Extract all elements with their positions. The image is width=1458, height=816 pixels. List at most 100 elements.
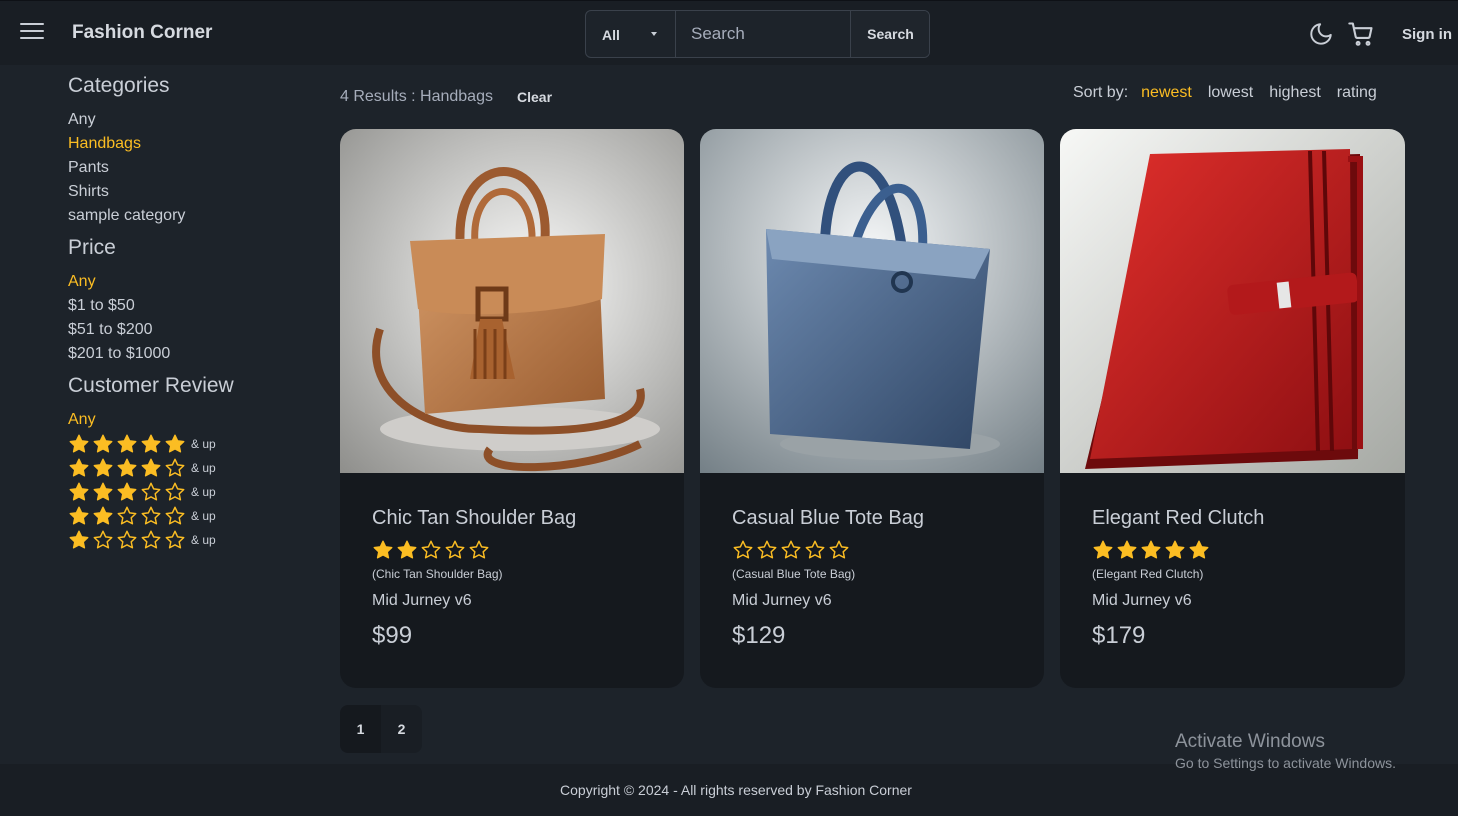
star-filled-icon <box>1117 540 1137 559</box>
sort-option-highest[interactable]: highest <box>1269 84 1321 102</box>
review-filter: Customer Review Any & up & up & up & up & up <box>68 374 308 552</box>
sidebar: Categories Any Handbags Pants Shirts sam… <box>68 74 308 560</box>
product-price: $99 <box>372 622 413 649</box>
sort-option-newest[interactable]: newest <box>1141 84 1192 102</box>
star-outline-icon <box>93 530 113 549</box>
product-rating <box>1092 539 1382 561</box>
brand-logo[interactable]: Fashion Corner <box>72 22 212 44</box>
moon-icon[interactable] <box>1308 21 1334 47</box>
product-subtitle: (Casual Blue Tote Bag) <box>732 567 856 581</box>
star-filled-icon <box>69 434 89 453</box>
cart-icon[interactable] <box>1347 20 1375 48</box>
page-button-2[interactable]: 2 <box>381 705 422 753</box>
price-item-51-200[interactable]: $51 to $200 <box>68 318 308 342</box>
product-subtitle: (Chic Tan Shoulder Bag) <box>372 567 503 581</box>
product-rating <box>732 539 1022 561</box>
and-up-label: & up <box>191 533 216 547</box>
star-filled-icon <box>69 530 89 549</box>
star-outline-icon <box>165 458 185 477</box>
price-item-any[interactable]: Any <box>68 270 308 294</box>
rating-filter-1-stars[interactable]: & up <box>68 528 308 552</box>
product-brand: Mid Jurney v6 <box>372 592 472 609</box>
watermark-subtitle: Go to Settings to activate Windows. <box>1175 755 1396 771</box>
sign-in-button[interactable]: Sign in <box>1402 26 1452 43</box>
product-card[interactable]: Casual Blue Tote Bag (Casual Blue Tote B… <box>700 129 1044 688</box>
star-outline-icon <box>757 540 777 559</box>
search-input[interactable] <box>676 11 850 57</box>
star-outline-icon <box>117 530 137 549</box>
review-item-any[interactable]: Any <box>68 408 308 432</box>
star-filled-icon <box>397 540 417 559</box>
price-item-1-50[interactable]: $1 to $50 <box>68 294 308 318</box>
watermark-title: Activate Windows <box>1175 731 1325 752</box>
product-card[interactable]: Chic Tan Shoulder Bag (Chic Tan Shoulder… <box>340 129 684 688</box>
hamburger-icon[interactable] <box>20 23 44 43</box>
product-price: $179 <box>1092 622 1146 649</box>
product-image-red-clutch[interactable] <box>1060 129 1405 473</box>
price-heading: Price <box>68 236 116 259</box>
category-filter: Categories Any Handbags Pants Shirts sam… <box>68 74 308 228</box>
navbar: Fashion Corner All Search Sign in <box>0 0 1458 65</box>
star-outline-icon <box>733 540 753 559</box>
star-filled-icon <box>117 482 137 501</box>
product-image-tan-bag[interactable] <box>340 129 684 473</box>
star-filled-icon <box>93 458 113 477</box>
star-outline-icon <box>165 530 185 549</box>
star-filled-icon <box>1189 540 1209 559</box>
sort-option-lowest[interactable]: lowest <box>1208 84 1253 102</box>
product-info: Chic Tan Shoulder Bag (Chic Tan Shoulder… <box>372 507 662 650</box>
product-title[interactable]: Chic Tan Shoulder Bag <box>372 507 662 530</box>
product-image-blue-tote[interactable] <box>700 129 1044 473</box>
star-outline-icon <box>469 540 489 559</box>
star-filled-icon <box>69 506 89 525</box>
sort-label: Sort by: <box>1073 84 1129 101</box>
search-category-label: All <box>602 27 620 43</box>
star-outline-icon <box>165 482 185 501</box>
star-outline-icon <box>781 540 801 559</box>
and-up-label: & up <box>191 461 216 475</box>
search-box: All Search <box>585 10 930 58</box>
star-filled-icon <box>1141 540 1161 559</box>
star-filled-icon <box>93 482 113 501</box>
category-item-any[interactable]: Any <box>68 108 308 132</box>
star-outline-icon <box>829 540 849 559</box>
and-up-label: & up <box>191 485 216 499</box>
results-summary: 4 Results : Handbags <box>340 88 493 105</box>
copyright-text: Copyright © 2024 - All rights reserved b… <box>560 782 912 798</box>
rating-filter-5-stars[interactable]: & up <box>68 432 308 456</box>
product-subtitle: (Elegant Red Clutch) <box>1092 567 1204 581</box>
search-category-select[interactable]: All <box>586 11 676 57</box>
product-title[interactable]: Elegant Red Clutch <box>1092 507 1382 530</box>
rating-filter-2-stars[interactable]: & up <box>68 504 308 528</box>
rating-filter-4-stars[interactable]: & up <box>68 456 308 480</box>
product-brand: Mid Jurney v6 <box>732 592 832 609</box>
price-item-201-1000[interactable]: $201 to $1000 <box>68 342 308 366</box>
star-filled-icon <box>69 458 89 477</box>
search-button[interactable]: Search <box>850 11 929 57</box>
star-filled-icon <box>141 458 161 477</box>
sort-bar: Sort by: newest lowest highest rating <box>1073 84 1377 102</box>
star-filled-icon <box>93 506 113 525</box>
rating-filter-3-stars[interactable]: & up <box>68 480 308 504</box>
product-card[interactable]: Elegant Red Clutch (Elegant Red Clutch) … <box>1060 129 1405 688</box>
product-rating <box>372 539 662 561</box>
category-item-handbags[interactable]: Handbags <box>68 132 308 156</box>
category-item-pants[interactable]: Pants <box>68 156 308 180</box>
star-outline-icon <box>165 506 185 525</box>
star-filled-icon <box>373 540 393 559</box>
price-filter: Price Any $1 to $50 $51 to $200 $201 to … <box>68 236 308 366</box>
star-filled-icon <box>93 434 113 453</box>
star-filled-icon <box>1165 540 1185 559</box>
category-item-sample[interactable]: sample category <box>68 204 308 228</box>
category-heading: Categories <box>68 74 170 97</box>
star-filled-icon <box>1093 540 1113 559</box>
sort-option-rating[interactable]: rating <box>1337 84 1377 102</box>
clear-filters-button[interactable]: Clear <box>517 89 552 105</box>
star-filled-icon <box>117 434 137 453</box>
star-outline-icon <box>805 540 825 559</box>
product-title[interactable]: Casual Blue Tote Bag <box>732 507 1022 530</box>
windows-activation-watermark: Activate Windows Go to Settings to activ… <box>1175 731 1396 771</box>
star-filled-icon <box>117 458 137 477</box>
category-item-shirts[interactable]: Shirts <box>68 180 308 204</box>
page-button-1[interactable]: 1 <box>340 705 381 753</box>
